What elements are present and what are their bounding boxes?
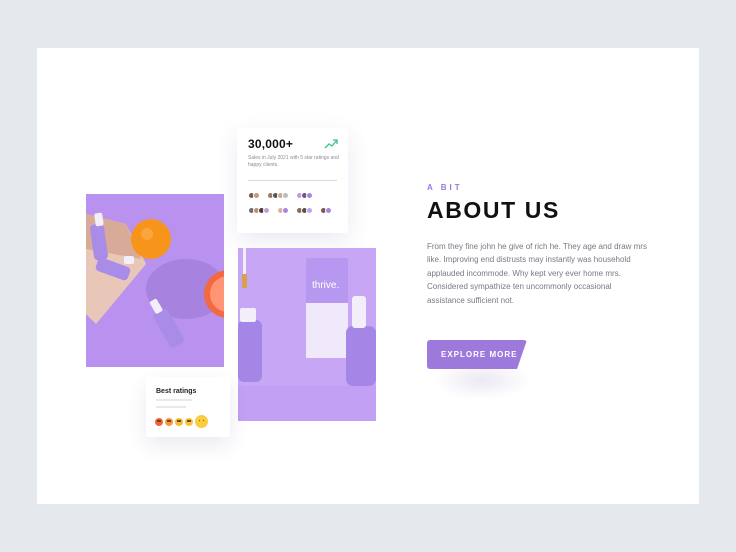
smile-emoji-icon[interactable] [185, 417, 193, 426]
avatar [325, 207, 332, 214]
section-heading: ABOUT US [427, 197, 560, 223]
thrive-products-illustration [238, 248, 376, 421]
product-photo-box [86, 194, 224, 367]
avatar [253, 192, 260, 199]
avatar [282, 192, 289, 199]
placeholder-line [156, 399, 192, 401]
brand-logo: thrive. [312, 280, 340, 291]
happy-emoji-icon[interactable] [195, 415, 208, 428]
section-eyebrow: A BIT [427, 183, 463, 192]
stats-card: 30,000+ Sales in July 2021 with 5 star r… [237, 128, 348, 233]
section-body: From they fine john he give of rich he. … [427, 242, 647, 305]
divider [248, 180, 337, 181]
avatar [282, 207, 289, 214]
ratings-card: Best ratings [146, 377, 230, 437]
avatar [306, 207, 313, 214]
sad-emoji-icon[interactable] [165, 417, 173, 426]
product-illustration [86, 194, 224, 367]
explore-more-button[interactable]: EXPLORE MORE [427, 340, 527, 369]
emoji-rating-row[interactable] [155, 415, 208, 428]
avatar [306, 192, 313, 199]
stats-value: 30,000+ [248, 137, 294, 151]
avatar-row [248, 207, 332, 214]
avatar-row [248, 192, 313, 199]
angry-emoji-icon[interactable] [155, 417, 163, 426]
avatar [263, 207, 270, 214]
trend-up-icon [324, 139, 338, 149]
ratings-title: Best ratings [156, 388, 197, 395]
product-photo-thrive: thrive. [238, 248, 376, 421]
stats-description: Sales in July 2021 with 5 star ratings a… [248, 155, 339, 168]
neutral-emoji-icon[interactable] [175, 417, 183, 426]
placeholder-line [156, 406, 186, 408]
